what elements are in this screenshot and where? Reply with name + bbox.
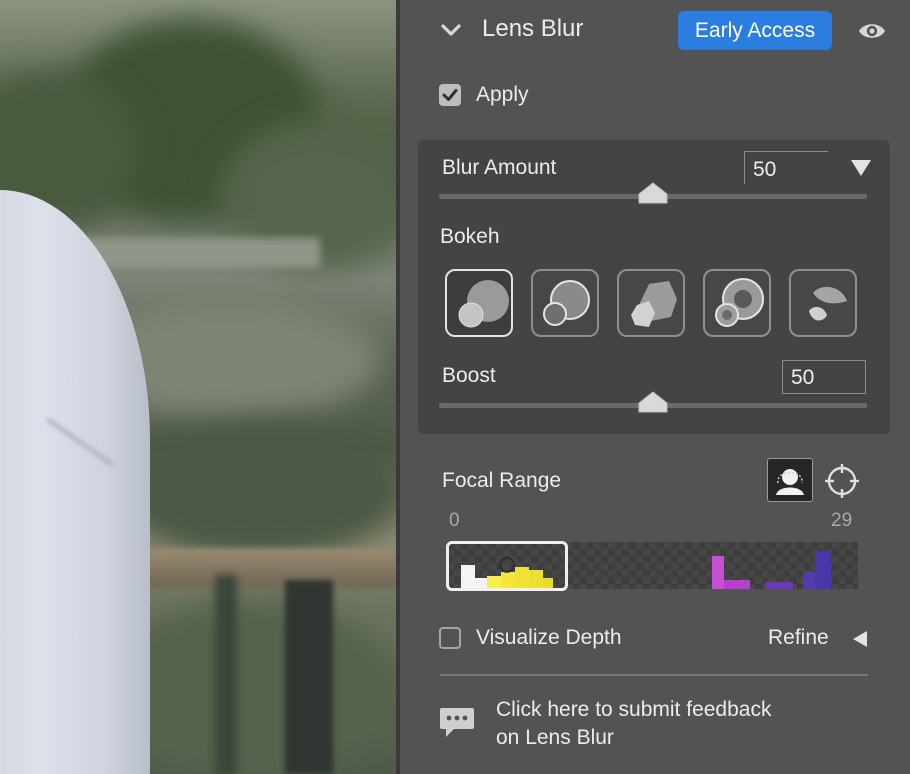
background-bridge [70, 238, 320, 268]
early-access-badge: Early Access [678, 11, 832, 50]
section-divider [440, 674, 868, 676]
panel-title: Lens Blur [482, 15, 584, 42]
eye-icon[interactable] [857, 19, 887, 43]
visualize-depth-label: Visualize Depth [476, 626, 622, 649]
boost-input[interactable]: 50 [782, 360, 866, 394]
focal-range-label: Focal Range [442, 469, 562, 492]
focal-range-max: 29 [831, 510, 853, 531]
bokeh-circle-icon [458, 280, 509, 328]
blur-amount-slider-thumb[interactable] [638, 182, 668, 204]
background-post [215, 575, 237, 774]
boost-label: Boost [442, 364, 496, 387]
subject-shirt [0, 190, 150, 774]
refine-toggle[interactable]: Refine [768, 626, 829, 650]
bokeh-donut-icon [715, 278, 764, 327]
bokeh-label: Bokeh [440, 225, 500, 248]
visualize-depth-checkbox[interactable] [439, 627, 461, 649]
apply-checkbox[interactable] [439, 84, 461, 106]
boost-slider-thumb[interactable] [638, 391, 668, 413]
blur-amount-label: Blur Amount [442, 156, 557, 179]
select-subject-button[interactable] [767, 458, 813, 502]
focal-point-marker [499, 557, 515, 573]
dropdown-triangle-icon[interactable] [850, 159, 872, 177]
focal-range-selector[interactable] [446, 541, 568, 591]
bokeh-cat-eye-icon [809, 286, 847, 321]
background-post [285, 580, 333, 774]
blur-amount-input[interactable]: 50 [744, 151, 828, 184]
checkmark-icon [442, 89, 458, 101]
photo-canvas [0, 0, 396, 774]
feedback-link[interactable]: Click here to submit feedback [496, 698, 771, 722]
bokeh-polygon-button[interactable] [617, 269, 685, 337]
apply-label: Apply [476, 83, 529, 106]
chevron-down-icon[interactable] [440, 20, 462, 40]
subject-portrait-icon [776, 469, 804, 495]
caret-left-icon[interactable] [850, 629, 870, 649]
bokeh-ring-icon [543, 280, 590, 326]
bokeh-donut-button[interactable] [703, 269, 771, 337]
bokeh-polygon-icon [631, 281, 677, 327]
bokeh-circle-button[interactable] [445, 269, 513, 337]
target-icon[interactable] [823, 462, 861, 500]
bokeh-cat-eye-button[interactable] [789, 269, 857, 337]
feedback-speech-bubble-icon[interactable] [438, 705, 476, 743]
feedback-link-continued[interactable]: on Lens Blur [496, 726, 614, 750]
focal-range-min: 0 [449, 510, 460, 531]
bokeh-ring-button[interactable] [531, 269, 599, 337]
